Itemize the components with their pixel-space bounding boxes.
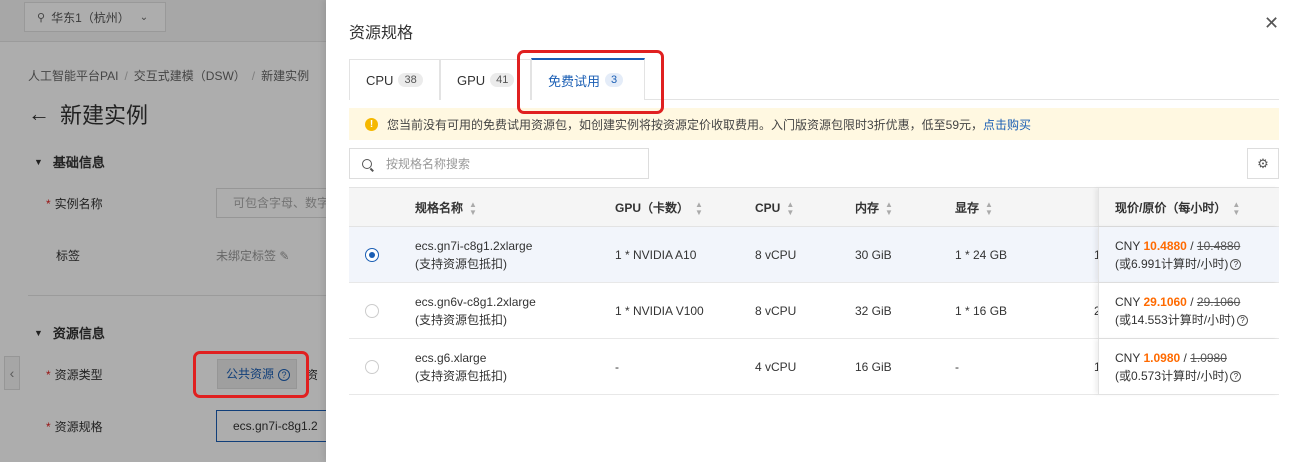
price-slash: /	[1183, 351, 1187, 365]
col-header-price[interactable]: 现价/原价（每小时） ▲ ▼	[1115, 188, 1240, 228]
drawer-title: 资源规格	[349, 25, 414, 42]
highlight-box-free-trial-tab	[517, 50, 664, 114]
notice-text: 您当前没有可用的免费试用资源包，如创建实例将按资源定价收取费用。入门版资源包限时…	[387, 117, 984, 132]
price-original: 10.4880	[1196, 239, 1241, 253]
spec-name: ecs.g6.xlarge	[415, 351, 487, 365]
help-icon[interactable]: ?	[1230, 259, 1242, 271]
currency: CNY	[1115, 295, 1141, 309]
warning-icon: !	[365, 117, 378, 131]
price-original: 1.0980	[1190, 351, 1227, 365]
price-column-header: 现价/原价（每小时） ▲ ▼	[1098, 188, 1279, 226]
price-text: CNY 1.0980 / 1.0980 (或0.573计算时/小时)?	[1115, 349, 1242, 385]
price-cell: CNY 10.4880 / 10.4880 (或6.991计算时/小时)?	[1098, 227, 1279, 282]
spec-name-cell: ecs.gn7i-c8g1.2xlarge (支持资源包抵扣)	[415, 237, 532, 273]
sort-icon[interactable]: ▲ ▼	[985, 200, 993, 217]
tab-cpu-count: 38	[398, 73, 423, 87]
vram-cell: 1 * 24 GB	[955, 248, 1008, 262]
price-slash: /	[1190, 239, 1194, 253]
gpu-cell: 1 * NVIDIA A10	[615, 248, 697, 262]
spec-note: (支持资源包抵扣)	[415, 369, 507, 383]
table-row[interactable]: ecs.gn7i-c8g1.2xlarge (支持资源包抵扣) 1 * NVIDI…	[349, 227, 1279, 283]
sort-icon[interactable]: ▲ ▼	[1232, 200, 1240, 217]
gpu-cell: 1 * NVIDIA V100	[615, 304, 704, 318]
currency: CNY	[1115, 351, 1141, 365]
spec-note: (支持资源包抵扣)	[415, 313, 507, 327]
tab-gpu-label: GPU	[457, 72, 486, 88]
memory-cell: 16 GiB	[855, 360, 892, 374]
price-note: (或6.991计算时/小时)	[1115, 257, 1229, 271]
close-icon[interactable]: ✕	[1264, 13, 1279, 34]
search-placeholder: 按规格名称搜索	[386, 157, 471, 171]
memory-cell: 32 GiB	[855, 304, 892, 318]
price-note: (或14.553计算时/小时)	[1115, 313, 1236, 327]
col-header-vram-label: 显存	[955, 201, 980, 215]
vram-cell: -	[955, 360, 959, 374]
cpu-cell: 4 vCPU	[755, 360, 797, 374]
spec-name: ecs.gn7i-c8g1.2xlarge	[415, 239, 533, 253]
spec-note: (支持资源包抵扣)	[415, 257, 507, 271]
buy-link[interactable]: 点击购买	[983, 116, 1031, 133]
row-radio-selected[interactable]	[365, 248, 379, 262]
sort-icon[interactable]: ▲ ▼	[469, 200, 477, 217]
col-header-memory-label: 内存	[855, 201, 880, 215]
vram-cell: 1 * 16 GB	[955, 304, 1008, 318]
col-header-name-label: 规格名称	[415, 201, 464, 215]
col-header-cpu[interactable]: CPU ▲ ▼	[755, 188, 794, 228]
spec-search-input[interactable]: 按规格名称搜索	[349, 148, 649, 179]
memory-cell: 30 GiB	[855, 248, 892, 262]
spec-name-cell: ecs.g6.xlarge (支持资源包抵扣)	[415, 349, 507, 385]
price-text: CNY 10.4880 / 10.4880 (或6.991计算时/小时)?	[1115, 237, 1242, 273]
search-icon	[362, 158, 372, 169]
notice-banner: ! 您当前没有可用的免费试用资源包，如创建实例将按资源定价收取费用。入门版资源包…	[349, 108, 1279, 140]
price-text: CNY 29.1060 / 29.1060 (或14.553计算时/小时)?	[1115, 293, 1249, 329]
sort-icon[interactable]: ▲ ▼	[885, 200, 893, 217]
tab-bar: CPU 38 GPU 41 免费试用 3	[349, 58, 1279, 100]
resource-spec-drawer: 资源规格 ✕ CPU 38 GPU 41 免费试用 3 ! 您当前没有可用的免费试用资…	[326, 0, 1294, 462]
price-slash: /	[1190, 295, 1194, 309]
sort-icon[interactable]: ▲ ▼	[786, 200, 794, 217]
currency: CNY	[1115, 239, 1141, 253]
row-radio[interactable]	[365, 304, 379, 318]
col-header-price-label: 现价/原价（每小时）	[1115, 201, 1227, 215]
col-header-cpu-label: CPU	[755, 201, 781, 215]
price-now: 29.1060	[1143, 295, 1187, 309]
table-row[interactable]: ecs.g6.xlarge (支持资源包抵扣) - 4 vCPU 16 GiB -…	[349, 339, 1279, 395]
spec-name-cell: ecs.gn6v-c8g1.2xlarge (支持资源包抵扣)	[415, 293, 536, 329]
col-header-vram[interactable]: 显存 ▲ ▼	[955, 188, 993, 228]
highlight-box-public-resource	[193, 351, 309, 398]
price-cell: CNY 1.0980 / 1.0980 (或0.573计算时/小时)?	[1098, 339, 1279, 394]
help-icon[interactable]: ?	[1237, 315, 1249, 327]
gear-icon[interactable]: ⚙	[1247, 148, 1279, 179]
tab-cpu[interactable]: CPU 38	[349, 59, 440, 100]
price-original: 29.1060	[1196, 295, 1241, 309]
spec-name: ecs.gn6v-c8g1.2xlarge	[415, 295, 536, 309]
col-header-name[interactable]: 规格名称 ▲ ▼	[415, 188, 477, 228]
sort-icon[interactable]: ▲ ▼	[695, 200, 703, 217]
table-header: 规格名称 ▲ ▼ GPU（卡数） ▲ ▼ CPU ▲ ▼ 内存 ▲ ▼ 显存 ▲ ▼ 现价/原价（每…	[349, 187, 1279, 227]
col-header-gpu[interactable]: GPU（卡数） ▲ ▼	[615, 188, 703, 228]
price-note: (或0.573计算时/小时)	[1115, 369, 1229, 383]
cpu-cell: 8 vCPU	[755, 248, 797, 262]
help-icon[interactable]: ?	[1230, 371, 1242, 383]
table-row[interactable]: ecs.gn6v-c8g1.2xlarge (支持资源包抵扣) 1 * NVIDI…	[349, 283, 1279, 339]
col-header-gpu-label: GPU（卡数）	[615, 201, 690, 215]
price-cell: CNY 29.1060 / 29.1060 (或14.553计算时/小时)?	[1098, 283, 1279, 338]
price-now: 10.4880	[1143, 239, 1187, 253]
row-radio[interactable]	[365, 360, 379, 374]
tab-cpu-label: CPU	[366, 72, 394, 88]
price-now: 1.0980	[1143, 351, 1181, 365]
spec-table: 规格名称 ▲ ▼ GPU（卡数） ▲ ▼ CPU ▲ ▼ 内存 ▲ ▼ 显存 ▲ ▼ 现价/原价（每…	[349, 187, 1279, 395]
col-header-memory[interactable]: 内存 ▲ ▼	[855, 188, 893, 228]
gpu-cell: -	[615, 360, 619, 374]
tab-gpu-count: 41	[490, 73, 515, 87]
cpu-cell: 8 vCPU	[755, 304, 797, 318]
